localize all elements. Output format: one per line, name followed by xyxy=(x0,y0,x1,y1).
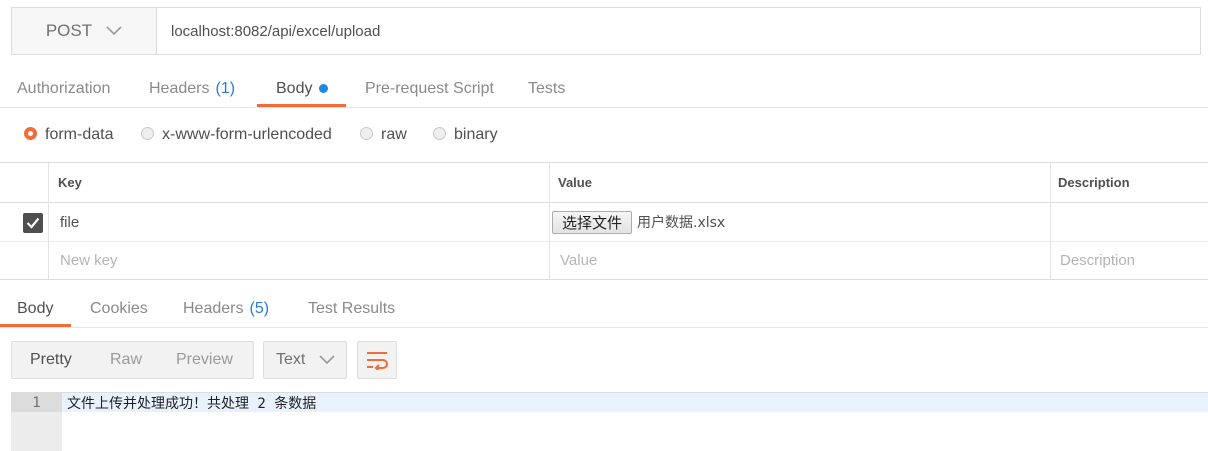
format-select[interactable]: Text xyxy=(263,341,347,379)
response-tabs: Body Cookies Headers (5) Test Results xyxy=(0,290,1208,328)
tab-label: Cookies xyxy=(90,299,148,317)
description-cell[interactable] xyxy=(1060,203,1200,241)
column-divider xyxy=(48,163,49,279)
active-tab-underline xyxy=(0,324,71,327)
tab-headers[interactable]: Headers (1) xyxy=(149,70,235,107)
wrap-lines-icon xyxy=(367,352,388,370)
radio-icon xyxy=(360,126,373,140)
choose-file-button[interactable]: 选择文件 xyxy=(552,210,633,234)
url-input[interactable] xyxy=(157,8,1200,54)
chevron-down-icon xyxy=(106,26,122,36)
tab-label: Body xyxy=(17,299,54,317)
tab-body[interactable]: Body xyxy=(276,70,329,107)
radio-label: x-www-form-urlencoded xyxy=(162,126,332,143)
table-header-row: Key Value Description xyxy=(0,163,1208,203)
line-number: 1 xyxy=(11,393,62,412)
file-name: 用户数据.xlsx xyxy=(637,215,726,231)
column-header-key: Key xyxy=(58,175,82,190)
column-header-value: Value xyxy=(558,175,592,190)
tab-label: Test Results xyxy=(308,299,396,317)
response-tab-headers[interactable]: Headers (5) xyxy=(183,290,269,327)
view-preview[interactable]: Preview xyxy=(176,342,233,378)
column-header-description: Description xyxy=(1058,175,1130,190)
modified-dot-icon xyxy=(319,84,329,93)
radio-form-data[interactable]: form-data xyxy=(24,108,113,162)
check-icon xyxy=(26,217,40,229)
new-row: New key Value Description xyxy=(0,241,1208,279)
radio-raw[interactable]: raw xyxy=(360,108,407,162)
tab-tests[interactable]: Tests xyxy=(528,70,565,107)
tab-label: Headers xyxy=(149,79,210,97)
radio-binary[interactable]: binary xyxy=(433,108,498,162)
radio-icon xyxy=(141,126,154,140)
radio-urlencoded[interactable]: x-www-form-urlencoded xyxy=(141,108,332,162)
active-tab-underline xyxy=(257,104,346,107)
response-text: 文件上传并处理成功！共处理 2 条数据 xyxy=(67,395,317,412)
new-value-input[interactable]: Value xyxy=(560,241,597,279)
method-label: POST xyxy=(45,21,93,40)
wrap-lines-button[interactable] xyxy=(357,341,397,379)
value-cell: 选择文件 用户数据.xlsx xyxy=(552,203,725,241)
chevron-down-icon xyxy=(319,355,335,365)
tab-count: (5) xyxy=(249,299,270,317)
request-tabs: Authorization Headers (1) Body Pre-reque… xyxy=(0,70,1208,108)
key-cell[interactable]: file xyxy=(60,203,79,241)
body-type-radios: form-data x-www-form-urlencoded raw bina… xyxy=(0,108,1208,162)
tab-label: Headers xyxy=(183,299,244,317)
tab-label: Authorization xyxy=(17,79,111,97)
method-select[interactable]: POST xyxy=(12,8,157,54)
row-enabled-checkbox[interactable] xyxy=(23,213,43,233)
radio-label: raw xyxy=(381,126,407,143)
view-raw[interactable]: Raw xyxy=(110,342,142,378)
radio-icon xyxy=(433,126,446,140)
tab-label: Pre-request Script xyxy=(365,79,494,97)
tab-count: (1) xyxy=(215,79,236,97)
response-tab-test-results[interactable]: Test Results xyxy=(308,290,395,327)
tab-label: Body xyxy=(276,79,313,97)
form-data-table: Key Value Description file 选择文件 用户数据.xls… xyxy=(0,162,1208,280)
view-mode-toggle: Pretty Raw Preview xyxy=(11,341,254,379)
new-key-input[interactable]: New key xyxy=(60,241,118,279)
response-editor[interactable]: 1 文件上传并处理成功！共处理 2 条数据 xyxy=(11,392,1208,451)
view-pretty[interactable]: Pretty xyxy=(30,342,72,378)
radio-label: form-data xyxy=(45,126,114,143)
response-tab-body[interactable]: Body xyxy=(17,290,53,327)
radio-label: binary xyxy=(454,126,498,143)
tab-pre-request-script[interactable]: Pre-request Script xyxy=(365,70,494,107)
format-label: Text xyxy=(276,351,306,368)
column-divider xyxy=(549,163,550,279)
tab-label: Tests xyxy=(528,79,566,97)
response-tab-cookies[interactable]: Cookies xyxy=(90,290,148,327)
tab-authorization[interactable]: Authorization xyxy=(17,70,110,107)
url-bar: POST xyxy=(11,7,1201,55)
new-description-input[interactable]: Description xyxy=(1060,241,1135,279)
radio-selected-icon xyxy=(24,126,37,140)
table-row: file 选择文件 用户数据.xlsx xyxy=(0,203,1208,242)
column-divider xyxy=(1050,163,1051,279)
